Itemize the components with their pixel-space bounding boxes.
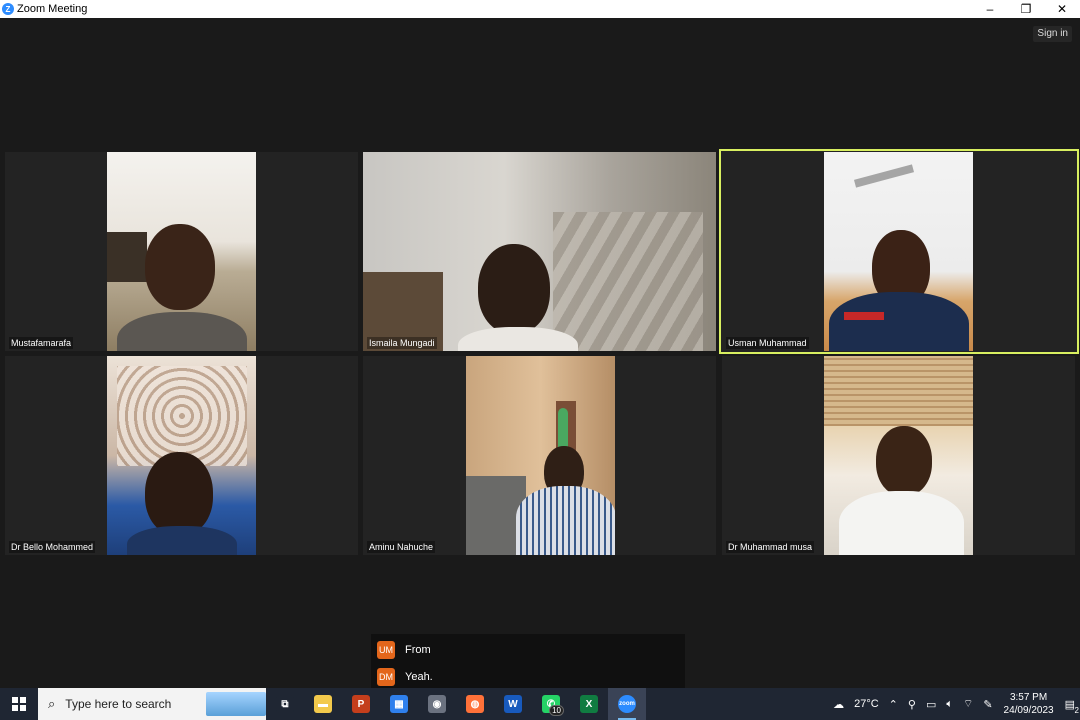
sign-in-button[interactable]: Sign in <box>1033 26 1072 42</box>
taskbar-app-word[interactable]: W <box>494 688 532 720</box>
volume-icon[interactable]: 🔈︎ <box>946 698 953 711</box>
clock[interactable]: 3:57 PM 24/09/2023 <box>1004 691 1054 717</box>
participant-name: Mustafamarafa <box>9 337 74 349</box>
participant-name: Usman Muhammad <box>726 337 809 349</box>
taskbar-app-file-explorer[interactable]: ▬ <box>304 688 342 720</box>
window-title: Zoom Meeting <box>17 3 88 15</box>
weather-temperature[interactable]: 27°C <box>854 698 879 710</box>
participant-name: Dr Muhammad musa <box>726 541 815 553</box>
store-icon: ▦ <box>390 695 408 713</box>
excel-icon: X <box>580 695 598 713</box>
show-hidden-icons-chevron-icon[interactable]: ⌃ <box>889 698 898 711</box>
taskbar-app-firefox[interactable]: ◍ <box>456 688 494 720</box>
clock-date: 24/09/2023 <box>1003 705 1054 716</box>
taskbar-app-zoom[interactable]: zoom <box>608 688 646 720</box>
chat-message: UM From <box>377 641 431 659</box>
taskbar-app-task-view[interactable]: ⧉ <box>266 688 304 720</box>
notifications-icon[interactable]: ▤ 2 <box>1065 698 1079 715</box>
file-explorer-icon: ▬ <box>314 695 332 713</box>
taskbar-app-excel[interactable]: X <box>570 688 608 720</box>
app-badge: 10 <box>549 705 564 716</box>
wifi-icon[interactable]: ⌔ <box>963 697 973 711</box>
zoom-logo-icon: Z <box>2 3 14 15</box>
word-icon: W <box>504 695 522 713</box>
participant-name: Ismaila Mungadi <box>367 337 437 349</box>
minimize-button[interactable]: – <box>972 0 1008 18</box>
participant-video <box>107 152 256 351</box>
restore-button[interactable]: ❐ <box>1008 0 1044 18</box>
chat-message: DM Yeah. <box>377 668 433 686</box>
taskbar-app-powerpoint[interactable]: P <box>342 688 380 720</box>
participant-video <box>824 152 973 351</box>
clock-time: 3:57 PM <box>1009 692 1048 703</box>
participant-tile[interactable]: Ismaila Mungadi <box>363 152 716 351</box>
participant-video <box>824 356 973 555</box>
participant-tile-active-speaker[interactable]: Usman Muhammad <box>719 149 1079 354</box>
battery-icon[interactable]: ▭ <box>926 698 936 711</box>
firefox-icon: ◍ <box>466 695 484 713</box>
taskbar-search-box[interactable]: ⌕ Type here to search <box>38 688 266 720</box>
participant-video <box>466 356 615 555</box>
participant-tile[interactable]: Dr Muhammad musa <box>722 356 1075 555</box>
sender-avatar: DM <box>377 668 395 686</box>
chat-preview-popup[interactable]: UM From DM Yeah. <box>371 634 685 688</box>
search-highlight-image <box>206 692 266 716</box>
participant-tile[interactable]: Mustafamarafa <box>5 152 358 351</box>
title-bar: Z Zoom Meeting – ❐ ✕ <box>0 0 1080 18</box>
chat-message-text: From <box>405 644 431 656</box>
start-button[interactable] <box>0 688 38 720</box>
weather-icon[interactable]: ☁ <box>833 698 844 711</box>
sender-avatar: UM <box>377 641 395 659</box>
taskbar: ⌕ Type here to search ⧉ ▬ P ▦ ◉ ◍ W ✆ 10 Xzoom ☁ … <box>0 688 1080 720</box>
close-button[interactable]: ✕ <box>1044 0 1080 18</box>
powerpoint-icon: P <box>352 695 370 713</box>
zoom-icon: zoom <box>618 695 636 713</box>
network-icon[interactable]: ⚲ <box>908 698 916 711</box>
windows-logo-icon <box>12 697 26 711</box>
participant-video <box>107 356 256 555</box>
participant-name: Aminu Nahuche <box>367 541 436 553</box>
search-placeholder: Type here to search <box>65 697 172 711</box>
taskbar-app-camera[interactable]: ◉ <box>418 688 456 720</box>
search-icon: ⌕ <box>48 696 56 711</box>
participant-tile[interactable]: Dr Bello Mohammed <box>5 356 358 555</box>
pen-icon[interactable]: ✎ <box>983 698 992 711</box>
participant-video <box>363 152 716 351</box>
camera-icon: ◉ <box>428 695 446 713</box>
taskbar-app-store[interactable]: ▦ <box>380 688 418 720</box>
chat-message-text: Yeah. <box>405 671 433 683</box>
participant-tile[interactable]: Aminu Nahuche <box>363 356 716 555</box>
participant-name: Dr Bello Mohammed <box>9 541 96 553</box>
task-view-icon: ⧉ <box>276 695 294 713</box>
notification-count: 2 <box>1074 705 1079 715</box>
taskbar-app-whatsapp[interactable]: ✆ 10 <box>532 688 570 720</box>
system-tray: ☁ 27°C ⌃ ⚲ ▭ 🔈︎ ⌔ ✎ 3:57 PM 24/09/2023 ▤… <box>828 688 1080 720</box>
